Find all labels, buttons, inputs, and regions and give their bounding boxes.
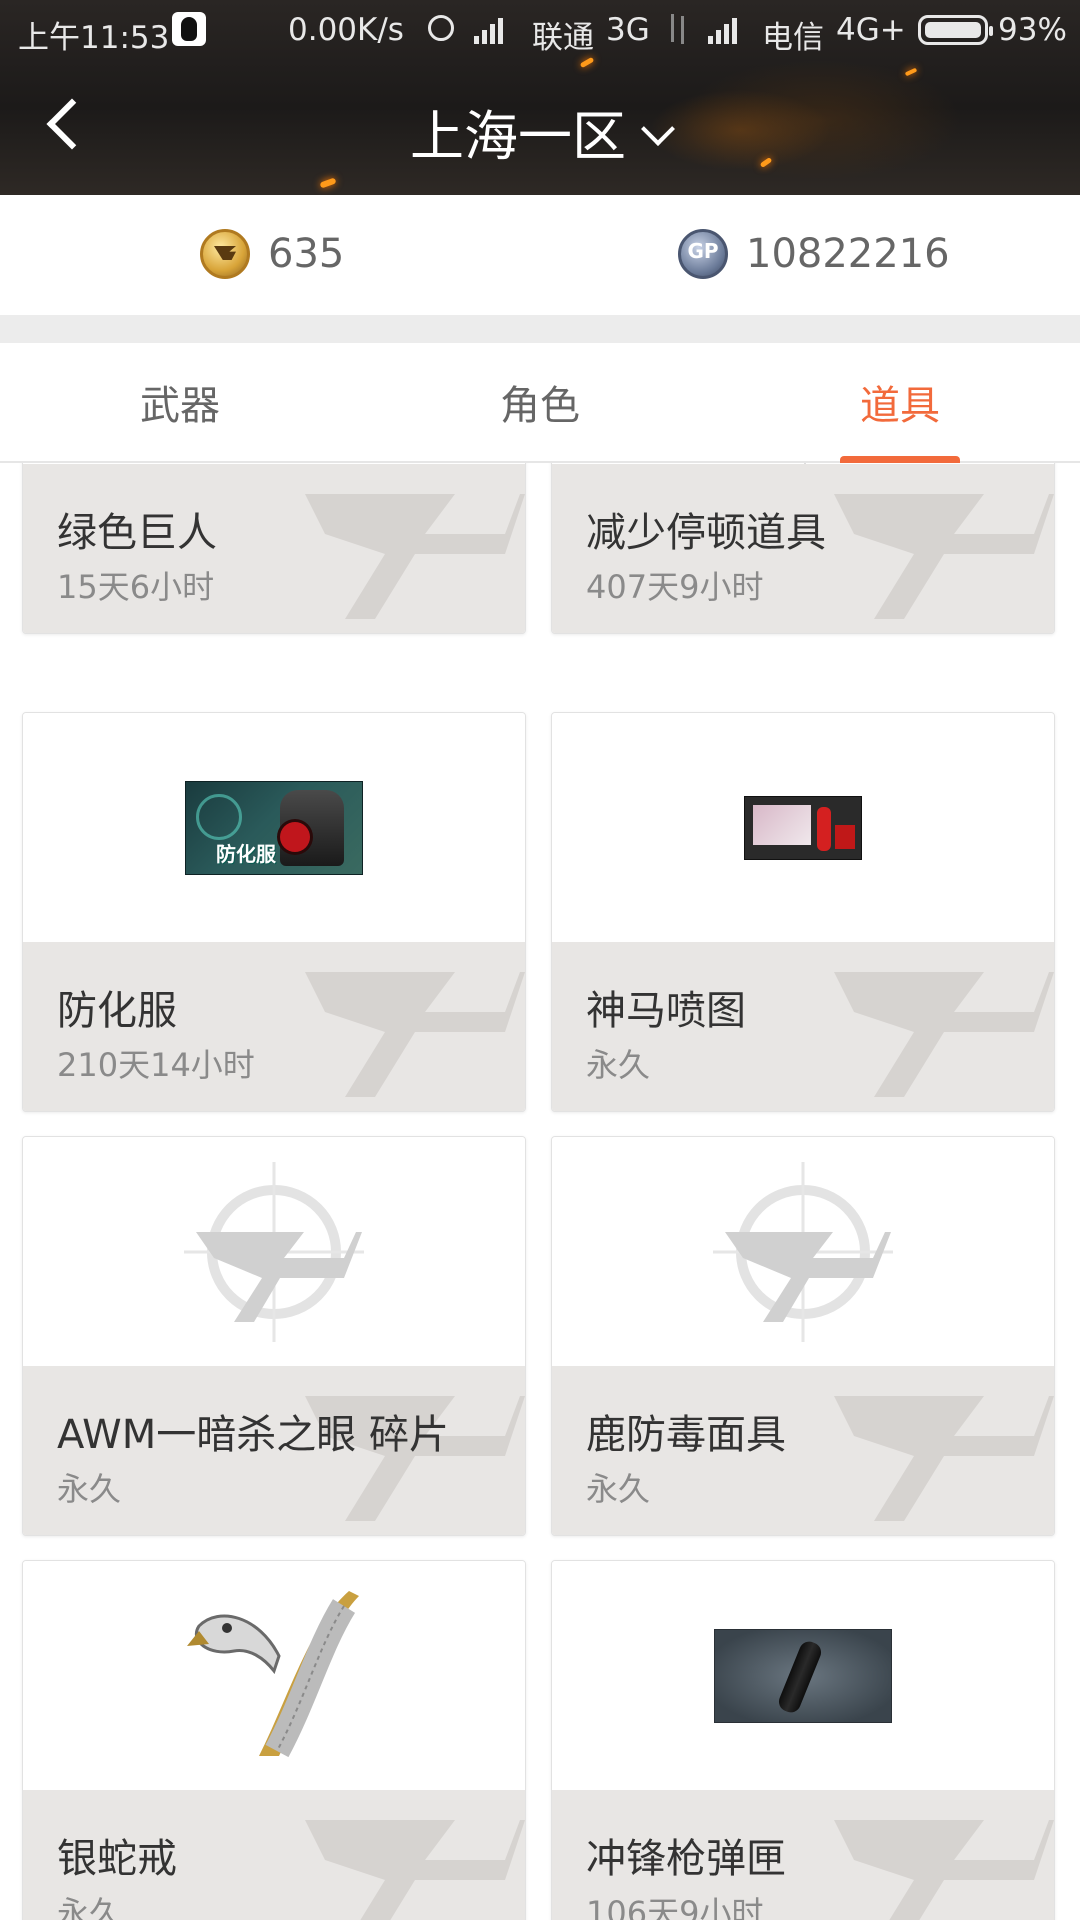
item-card[interactable]: 绿色巨人 15天6小时 — [22, 463, 526, 634]
cf-watermark-icon — [834, 1820, 1054, 1920]
item-card[interactable]: 冲锋枪弹匣 106天9小时 — [551, 1560, 1055, 1920]
gp-coin-icon — [678, 229, 728, 279]
item-info: 神马喷图 永久 — [552, 942, 1054, 1111]
carrier-1: 联通 — [532, 20, 594, 56]
battery-level: 93% — [998, 12, 1067, 48]
item-info: 绿色巨人 15天6小时 — [23, 464, 525, 633]
item-image — [23, 1137, 525, 1366]
gp-points: 10822216 — [678, 229, 950, 279]
item-info: 防化服 210天14小时 — [23, 942, 525, 1111]
hazmat-suit-thumbnail: 防化服 — [185, 780, 363, 875]
item-duration: 15天6小时 — [57, 568, 215, 606]
ember-decoration — [319, 177, 337, 189]
item-info: AWM一暗杀之眼 碎片 永久 — [23, 1366, 525, 1535]
carrier-2: 电信 — [762, 20, 824, 56]
gp-value: 10822216 — [746, 231, 950, 277]
item-info: 银蛇戒 永久 — [23, 1790, 525, 1920]
item-duration: 永久 — [57, 1894, 122, 1920]
data-transfer-icon — [668, 14, 690, 44]
cf-watermark-icon — [305, 494, 525, 619]
chevron-down-icon — [641, 112, 675, 146]
item-info: 冲锋枪弹匣 106天9小时 — [552, 1790, 1054, 1920]
item-card[interactable]: 神马喷图 永久 — [551, 712, 1055, 1112]
thumb-label: 防化服 — [216, 841, 276, 866]
item-name: 鹿防毒面具 — [586, 1412, 786, 1458]
item-image — [23, 1561, 525, 1790]
item-image — [552, 1137, 1054, 1366]
app-header: 上午11:53 0.00K/s 联通 3G 电信 4G+ 93% 上海一区 — [0, 0, 1080, 195]
cf-watermark-icon — [834, 972, 1054, 1097]
item-duration: 永久 — [57, 1470, 122, 1508]
cf-points-value: 635 — [268, 231, 345, 277]
item-name: 绿色巨人 — [57, 510, 217, 556]
region-title: 上海一区 — [410, 105, 626, 168]
battery-icon — [918, 15, 993, 45]
magazine-thumbnail — [714, 1628, 892, 1723]
item-image — [552, 713, 1054, 942]
ember-decoration — [904, 67, 918, 77]
status-time: 上午11:53 — [18, 20, 170, 56]
network-type-2: 4G+ — [836, 12, 906, 48]
item-name: 冲锋枪弹匣 — [586, 1836, 786, 1882]
item-info: 鹿防毒面具 永久 — [552, 1366, 1054, 1535]
alarm-icon — [428, 15, 454, 41]
cf-points: 635 — [200, 229, 344, 279]
cf-coin-icon — [200, 229, 250, 279]
cf-watermark-icon — [834, 1396, 1054, 1521]
item-card[interactable]: AWM一暗杀之眼 碎片 永久 — [22, 1136, 526, 1536]
item-card[interactable]: 鹿防毒面具 永久 — [551, 1136, 1055, 1536]
cf-logo-placeholder-icon — [184, 1161, 364, 1342]
item-card[interactable]: 银蛇戒 永久 — [22, 1560, 526, 1920]
status-bar: 上午11:53 0.00K/s 联通 3G 电信 4G+ 93% — [0, 0, 1080, 62]
tab-weapons[interactable]: 武器 — [0, 373, 360, 431]
category-tabs: 武器 角色 道具 — [0, 343, 1080, 463]
active-tab-indicator — [840, 456, 960, 463]
network-speed: 0.00K/s — [288, 12, 404, 48]
region-selector[interactable]: 上海一区 — [0, 92, 1080, 171]
cf-watermark-icon — [305, 972, 525, 1097]
item-duration: 永久 — [586, 1046, 651, 1084]
tab-items[interactable]: 道具 — [720, 373, 1080, 431]
qq-icon — [172, 12, 206, 46]
cf-watermark-icon — [305, 1820, 525, 1920]
tab-characters[interactable]: 角色 — [360, 373, 720, 431]
spray-thumbnail — [744, 795, 862, 860]
item-name: 神马喷图 — [586, 988, 746, 1034]
item-image: 防化服 — [23, 713, 525, 942]
item-duration: 407天9小时 — [586, 568, 764, 606]
item-name: 防化服 — [57, 988, 177, 1034]
cf-watermark-icon — [834, 494, 1054, 619]
signal-icon — [708, 14, 748, 44]
signal-icon — [474, 14, 514, 44]
item-name: 减少停顿道具 — [586, 510, 826, 556]
cf-logo-placeholder-icon — [713, 1161, 893, 1342]
network-type-1: 3G — [606, 12, 650, 48]
item-card[interactable]: 防化服 防化服 210天14小时 — [22, 712, 526, 1112]
item-duration: 210天14小时 — [57, 1046, 255, 1084]
section-divider — [0, 315, 1080, 343]
item-duration: 106天9小时 — [586, 1894, 764, 1920]
item-grid: 绿色巨人 15天6小时 减少停顿道具 407天9小时 防化服 防化服 210天1… — [0, 463, 1080, 1920]
silver-snake-ring-icon — [187, 1590, 359, 1757]
currency-bar: 635 10822216 — [0, 195, 1080, 315]
item-name: AWM一暗杀之眼 碎片 — [57, 1412, 449, 1458]
item-info: 减少停顿道具 407天9小时 — [552, 464, 1054, 633]
item-image — [552, 1561, 1054, 1790]
item-duration: 永久 — [586, 1470, 651, 1508]
item-name: 银蛇戒 — [57, 1836, 177, 1882]
item-card[interactable]: 减少停顿道具 407天9小时 — [551, 463, 1055, 634]
